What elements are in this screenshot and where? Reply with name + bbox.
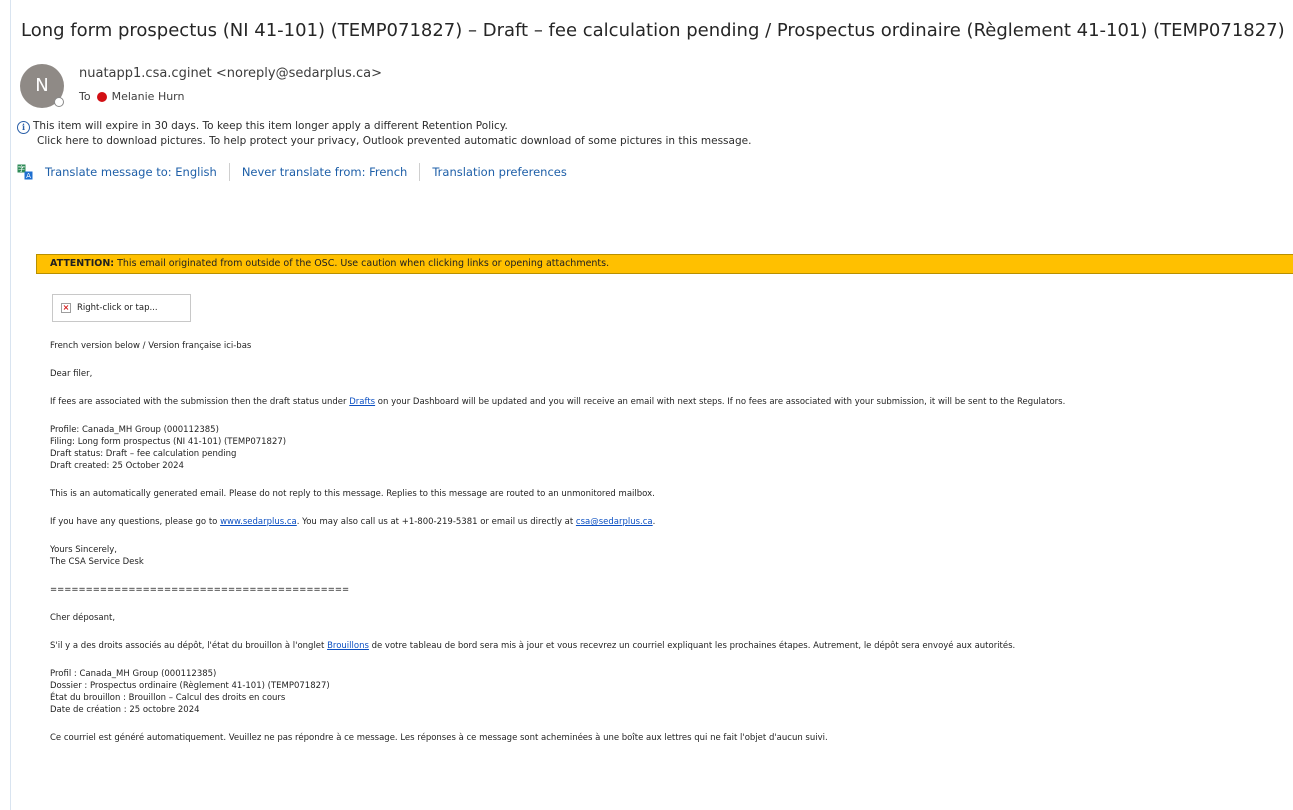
- signoff-line2: The CSA Service Desk: [50, 557, 144, 567]
- questions-text-cont: . You may also call us at +1-800-219-538…: [296, 517, 576, 527]
- questions-paragraph-en: If you have any questions, please go to …: [50, 516, 655, 528]
- csa-email-link[interactable]: csa@sedarplus.ca: [576, 517, 653, 527]
- fees-paragraph-en: If fees are associated with the submissi…: [50, 396, 1065, 408]
- draft-status-fr: État du brouillon : Brouillon – Calcul d…: [50, 693, 286, 703]
- never-translate-link[interactable]: Never translate from: French: [242, 165, 408, 179]
- to-label: To: [79, 90, 91, 103]
- brouillons-link[interactable]: Brouillons: [327, 641, 369, 651]
- auto-note-fr: Ce courriel est généré automatiquement. …: [50, 733, 828, 743]
- blocked-image-placeholder[interactable]: × Right-click or tap...: [52, 294, 191, 322]
- external-email-warning-banner: ATTENTION: This email originated from ou…: [36, 254, 1293, 274]
- greeting-en: Dear filer,: [50, 369, 93, 379]
- translation-bar: 字 A Translate message to: English Never …: [17, 163, 567, 181]
- info-icon: i: [17, 121, 30, 134]
- recipient-name[interactable]: Melanie Hurn: [112, 90, 185, 104]
- image-placeholder-label: Right-click or tap...: [77, 303, 158, 313]
- sedarplus-website-link[interactable]: www.sedarplus.ca: [220, 517, 297, 527]
- translation-preferences-link[interactable]: Translation preferences: [432, 165, 567, 179]
- broken-image-icon: ×: [61, 303, 71, 313]
- attention-label: ATTENTION:: [50, 258, 115, 269]
- profile-fr: Profil : Canada_MH Group (000112385): [50, 669, 217, 679]
- filing-fr: Dossier : Prospectus ordinaire (Règlemen…: [50, 681, 330, 691]
- draft-created-fr: Date de création : 25 octobre 2024: [50, 705, 200, 715]
- signoff-line1: Yours Sincerely,: [50, 545, 117, 555]
- fees-text-fr: S'il y a des droits associés au dépôt, l…: [50, 641, 328, 651]
- svg-text:A: A: [26, 172, 31, 180]
- info-bar: i This item will expire in 30 days. To ke…: [17, 119, 751, 148]
- translate-icon: 字 A: [17, 164, 33, 180]
- questions-text-end: .: [652, 517, 656, 527]
- recipient-presence-icon: [96, 92, 107, 102]
- translate-divider: [419, 163, 421, 181]
- retention-notice: This item will expire in 30 days. To kee…: [33, 120, 508, 132]
- draft-status-en: Draft status: Draft – fee calculation pe…: [50, 449, 237, 459]
- drafts-link[interactable]: Drafts: [349, 397, 375, 407]
- reading-pane-left-border: [10, 0, 11, 810]
- svg-text:字: 字: [18, 164, 25, 173]
- filing-en: Filing: Long form prospectus (NI 41-101)…: [50, 437, 287, 447]
- questions-text: If you have any questions, please go to: [50, 517, 221, 527]
- language-divider: ========================================…: [50, 585, 350, 595]
- fees-paragraph-fr: S'il y a des droits associés au dépôt, l…: [50, 640, 1015, 652]
- email-subject: Long form prospectus (NI 41-101) (TEMP07…: [21, 20, 1285, 41]
- profile-en: Profile: Canada_MH Group (000112385): [50, 425, 219, 435]
- greeting-fr: Cher déposant,: [50, 613, 116, 623]
- auto-note-en: This is an automatically generated email…: [50, 489, 655, 499]
- translate-message-link[interactable]: Translate message to: English: [45, 165, 217, 179]
- version-note: French version below / Version française…: [50, 341, 252, 351]
- attention-text: This email originated from outside of th…: [117, 258, 610, 269]
- draft-created-en: Draft created: 25 October 2024: [50, 461, 184, 471]
- translate-divider: [228, 163, 230, 181]
- sender-address[interactable]: nuatapp1.csa.cginet <noreply@sedarplus.c…: [79, 66, 382, 82]
- download-pictures-notice[interactable]: Click here to download pictures. To help…: [37, 135, 751, 147]
- fees-text-en-cont: on your Dashboard will be updated and yo…: [375, 397, 1066, 407]
- fees-text-en: If fees are associated with the submissi…: [50, 397, 350, 407]
- recipient-line: To Melanie Hurn: [79, 90, 185, 104]
- presence-status-icon: [54, 97, 64, 107]
- fees-text-fr-cont: de votre tableau de bord sera mis à jour…: [368, 641, 1016, 651]
